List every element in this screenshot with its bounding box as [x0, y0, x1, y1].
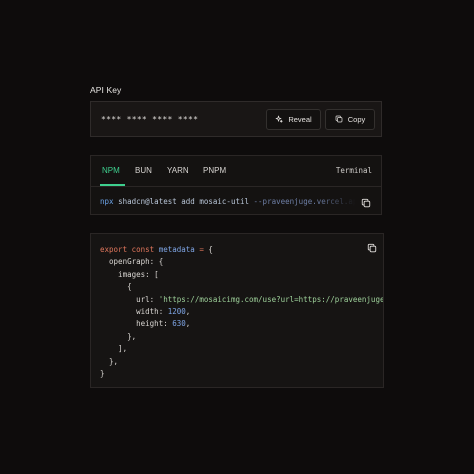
terminal-label: Terminal: [335, 166, 372, 175]
code-line: height: 630,: [100, 318, 383, 330]
command-runner: npx: [100, 197, 114, 206]
package-manager-tabs: NPM BUN YARN PNPM Terminal: [91, 156, 381, 187]
tab-npm[interactable]: NPM: [102, 166, 120, 175]
command-package: shadcn@latest add mosaic-util: [118, 197, 250, 206]
code-line: }: [100, 368, 383, 380]
command-flag: --praveenjuge.vercel.app: [253, 197, 356, 206]
code-token: ,: [185, 319, 191, 329]
code-line: images: [: [100, 269, 383, 281]
copy-icon: [335, 115, 343, 125]
code-line: },: [100, 331, 383, 343]
active-tab-indicator: [100, 184, 125, 186]
code-line: ],: [100, 343, 383, 355]
copy-command-icon[interactable]: [361, 195, 371, 208]
code-token: }: [100, 369, 105, 379]
code-line: export const metadata = {: [100, 244, 383, 256]
reveal-button[interactable]: Reveal: [266, 109, 321, 130]
code-line: url: 'https://mosaicimg.com/use?url=http…: [100, 294, 384, 306]
code-line: },: [100, 356, 383, 368]
code-token: height:: [100, 319, 173, 329]
code-line: {: [100, 281, 383, 293]
api-key-masked-value: **** **** **** ****: [101, 115, 199, 124]
code-token: },: [100, 331, 137, 341]
code-lines: export const metadata = { openGraph: { i…: [100, 244, 384, 380]
code-token: {: [208, 245, 213, 254]
tab-bun[interactable]: BUN: [135, 166, 152, 175]
tab-yarn[interactable]: YARN: [167, 166, 189, 175]
code-token: width:: [100, 307, 168, 317]
code-token: metadata: [158, 245, 195, 254]
code-token: {: [100, 282, 132, 292]
code-token: images: [: [100, 269, 159, 279]
code-token: 1200: [167, 307, 186, 317]
api-key-field: **** **** **** **** Reveal Copy: [90, 101, 382, 137]
code-token: ,: [185, 307, 191, 317]
api-key-label: API Key: [90, 85, 122, 95]
code-token: export const: [100, 245, 159, 254]
sparkle-icon: [275, 115, 283, 125]
tab-pnpm[interactable]: PNPM: [203, 166, 226, 175]
code-token: =: [194, 245, 209, 254]
install-command: npx shadcn@latest add mosaic-util --prav…: [100, 197, 356, 206]
code-line: openGraph: {: [100, 256, 383, 268]
install-command-panel: NPM BUN YARN PNPM Terminal npx shadcn@la…: [90, 155, 382, 215]
code-token: 630: [172, 319, 186, 329]
code-token: openGraph: {: [100, 257, 164, 267]
api-key-panel: API Key **** **** **** **** Reveal Copy: [0, 0, 474, 474]
reveal-button-label: Reveal: [288, 115, 312, 124]
code-token: url:: [100, 294, 159, 304]
copy-button[interactable]: Copy: [325, 109, 375, 130]
code-snippet: export const metadata = { openGraph: { i…: [90, 233, 384, 388]
copy-button-label: Copy: [347, 115, 366, 124]
code-token: },: [100, 356, 119, 366]
code-token: 'https://mosaicimg.com/use?url=https://p…: [158, 294, 384, 304]
code-line: width: 1200,: [100, 306, 383, 318]
code-token: ],: [100, 344, 128, 354]
